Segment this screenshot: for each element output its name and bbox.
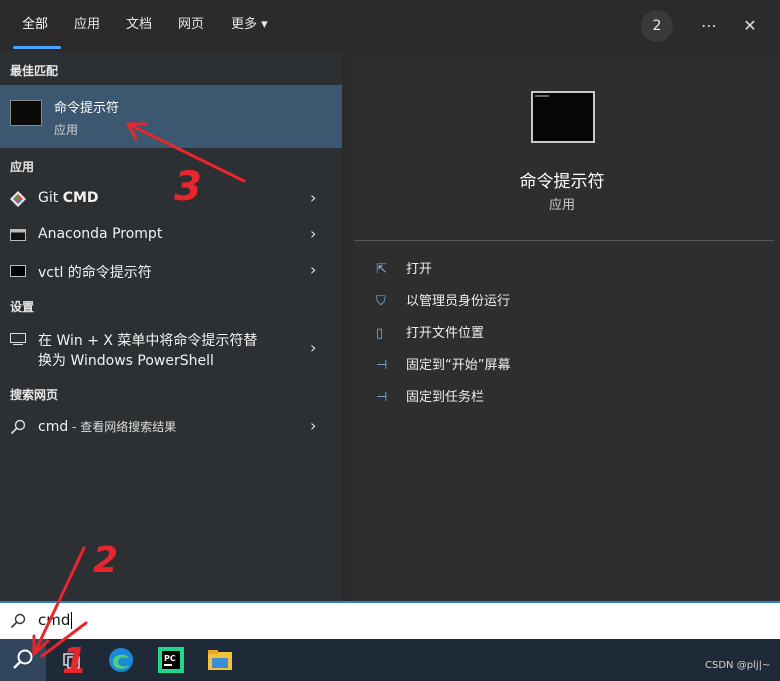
detail-title: 命令提示符: [519, 172, 605, 192]
terminal-icon: [10, 229, 26, 241]
pin-icon: ⊣: [376, 390, 388, 405]
search-input[interactable]: cmd: [38, 611, 73, 629]
points-badge[interactable]: 2: [641, 10, 673, 42]
chevron-right-icon[interactable]: ›: [310, 260, 316, 279]
text-cursor: [71, 612, 73, 629]
apps-header: 应用: [10, 160, 35, 174]
tab-more[interactable]: 更多 ▾: [231, 15, 268, 35]
divider: [354, 240, 774, 241]
action-run-as-admin-label: 以管理员身份运行: [406, 294, 511, 309]
chevron-right-icon[interactable]: ›: [310, 188, 316, 207]
best-match-title: 命令提示符: [54, 101, 120, 116]
folder-icon: ▯: [376, 326, 384, 341]
git-cmd-label: Git CMD: [38, 190, 99, 206]
vctl-prompt-label: vctl 的命令提示符: [38, 265, 152, 281]
chevron-right-icon[interactable]: ›: [310, 338, 316, 357]
detail-subtitle: 应用: [548, 198, 575, 213]
settings-line-1: 在 Win + X 菜单中将命令提示符替: [38, 333, 258, 349]
tab-all[interactable]: 全部: [22, 15, 48, 35]
pin-icon: ⊣: [376, 358, 388, 373]
svg-text:PC: PC: [164, 654, 176, 663]
pycharm-icon[interactable]: PC: [157, 646, 185, 674]
settings-line-2: 换为 Windows PowerShell: [38, 353, 214, 369]
tab-apps[interactable]: 应用: [74, 15, 100, 35]
web-search-label: cmd - 查看网络搜索结果: [38, 419, 177, 435]
action-open-file-location-label: 打开文件位置: [406, 326, 485, 341]
active-tab-indicator: [13, 46, 61, 49]
best-match-header: 最佳匹配: [10, 64, 59, 78]
action-pin-to-taskbar-label: 固定到任务栏: [406, 390, 485, 405]
settings-header: 设置: [10, 300, 35, 314]
edge-icon[interactable]: [107, 646, 135, 674]
task-view-icon[interactable]: [58, 646, 86, 674]
best-match-item[interactable]: [0, 85, 342, 148]
best-match-subtitle: 应用: [54, 123, 79, 137]
search-icon: [13, 649, 33, 669]
command-prompt-icon: [10, 100, 42, 126]
shield-icon: ⛉: [376, 294, 386, 309]
monitor-icon: [10, 333, 26, 345]
ellipsis-icon[interactable]: ⋯: [695, 12, 723, 40]
anaconda-prompt-label: Anaconda Prompt: [38, 226, 163, 242]
command-prompt-large-icon: [531, 91, 595, 143]
watermark: CSDN @plj|~: [705, 660, 771, 671]
search-web-header: 搜索网页: [10, 388, 59, 402]
search-icon: [10, 419, 26, 435]
search-icon: [10, 613, 26, 629]
open-icon: ⇱: [376, 262, 387, 277]
git-icon: [10, 191, 26, 207]
file-explorer-icon[interactable]: [206, 646, 234, 674]
terminal-icon: [10, 265, 26, 277]
action-open-label: 打开: [406, 262, 433, 277]
action-pin-to-start-label: 固定到“开始”屏幕: [406, 358, 511, 373]
tab-web[interactable]: 网页: [178, 15, 204, 35]
chevron-right-icon[interactable]: ›: [310, 224, 316, 243]
search-bar: [0, 601, 780, 639]
chevron-right-icon[interactable]: ›: [310, 416, 316, 435]
tab-documents[interactable]: 文档: [126, 15, 152, 35]
close-icon[interactable]: ✕: [736, 12, 764, 40]
